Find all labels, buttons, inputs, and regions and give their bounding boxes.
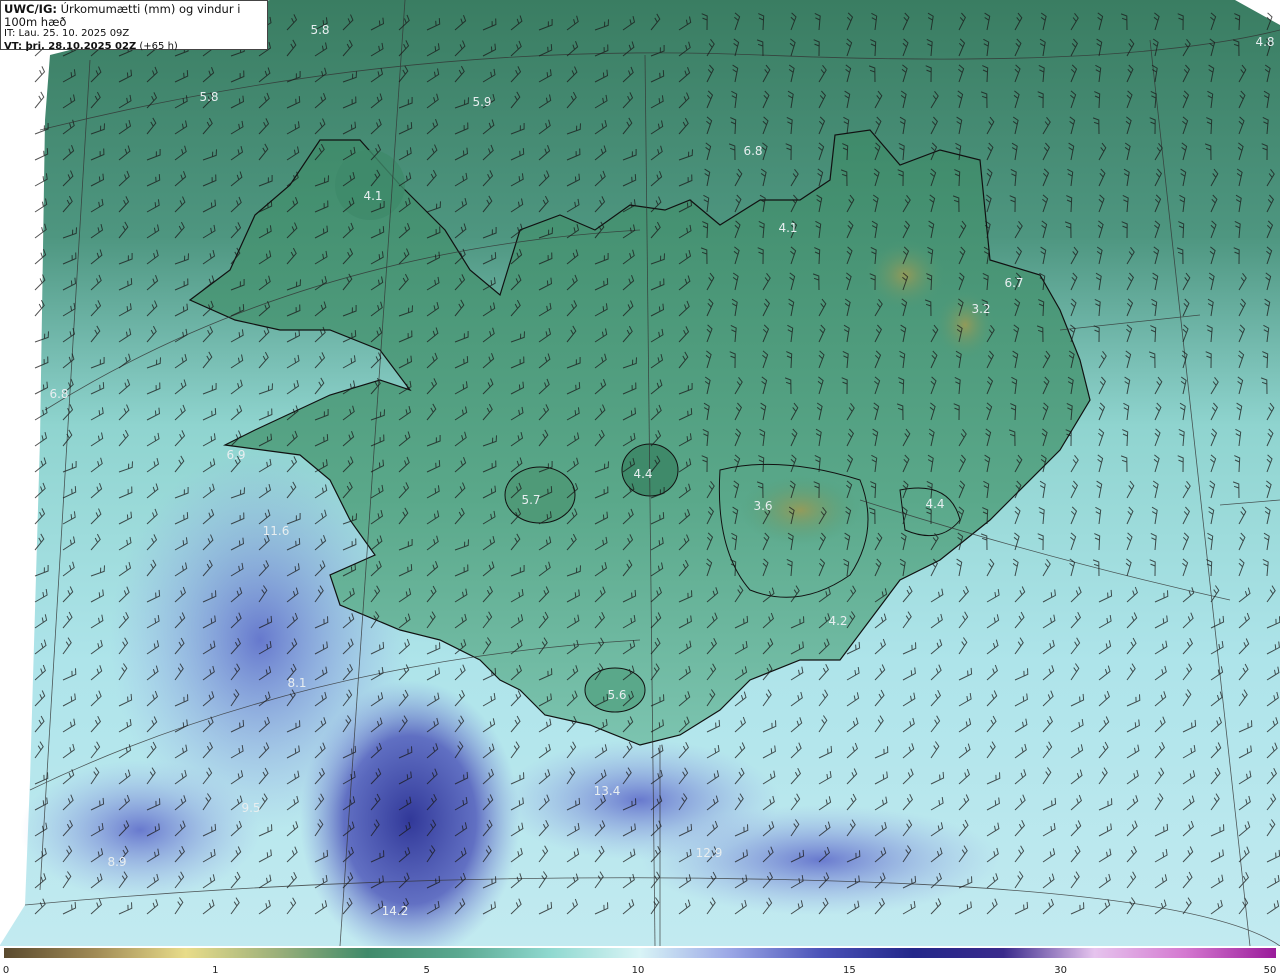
precip-value: 6.7: [1004, 276, 1023, 290]
precip-value: 5.9: [472, 95, 491, 109]
precip-value: 5.6: [607, 688, 626, 702]
map-canvas: 5.8 5.8 5.9 6.8 4.8 4.1 4.1 6.7 3.2 6.8 6.9 4.4 5.7 3…: [0, 0, 1280, 946]
precip-value: 14.2: [382, 904, 409, 918]
precip-value: 4.1: [363, 189, 382, 203]
valid-time: VT: þri. 28.10.2025 02Z: [4, 40, 137, 52]
precip-value: 5.8: [199, 90, 218, 104]
weather-map[interactable]: 5.8 5.8 5.9 6.8 4.8 4.1 4.1 6.7 3.2 6.8 6.9 4.4 5.7 3…: [0, 0, 1280, 946]
colorbar-tick: 15: [842, 965, 856, 976]
lead-time: (+65 h): [139, 40, 178, 52]
colorbar-tick: 30: [1054, 965, 1068, 976]
precip-value: 11.6: [263, 524, 290, 538]
precip-value: 3.2: [971, 302, 990, 316]
precip-value: 5.8: [310, 23, 329, 37]
colorbar-tick: 5: [423, 965, 430, 976]
precip-value: 6.9: [226, 448, 245, 462]
precip-value: 13.4: [594, 784, 621, 798]
colorbar-tick: 0: [2, 965, 10, 976]
precip-value: 4.4: [633, 467, 652, 481]
precip-value: 12.9: [696, 846, 723, 860]
info-box: UWC/IG: Úrkomumætti (mm) og vindur i 100…: [0, 0, 268, 52]
precip-value: 9.5: [241, 801, 260, 815]
precip-value: 8.1: [287, 676, 306, 690]
precip-value: 6.8: [49, 387, 68, 401]
colorbar-strip: [4, 948, 1276, 958]
precip-value: 4.1: [778, 221, 797, 235]
colorbar-tick: 1: [212, 965, 219, 976]
precip-value: 8.9: [107, 855, 126, 869]
precip-value: 6.8: [743, 144, 762, 158]
precip-value: 4.4: [925, 497, 944, 511]
colorbar: 0 1 5 10 15 30 50: [0, 946, 1280, 978]
precip-value: 3.6: [753, 499, 772, 513]
precip-value: 4.8: [1255, 35, 1274, 49]
precip-value: 5.7: [521, 493, 540, 507]
init-time: IT: Lau. 25. 10. 2025 09Z: [4, 28, 130, 39]
colorbar-tick: 10: [631, 965, 645, 976]
precip-value: 4.2: [828, 614, 847, 628]
colorbar-tick: 50: [1263, 965, 1277, 976]
